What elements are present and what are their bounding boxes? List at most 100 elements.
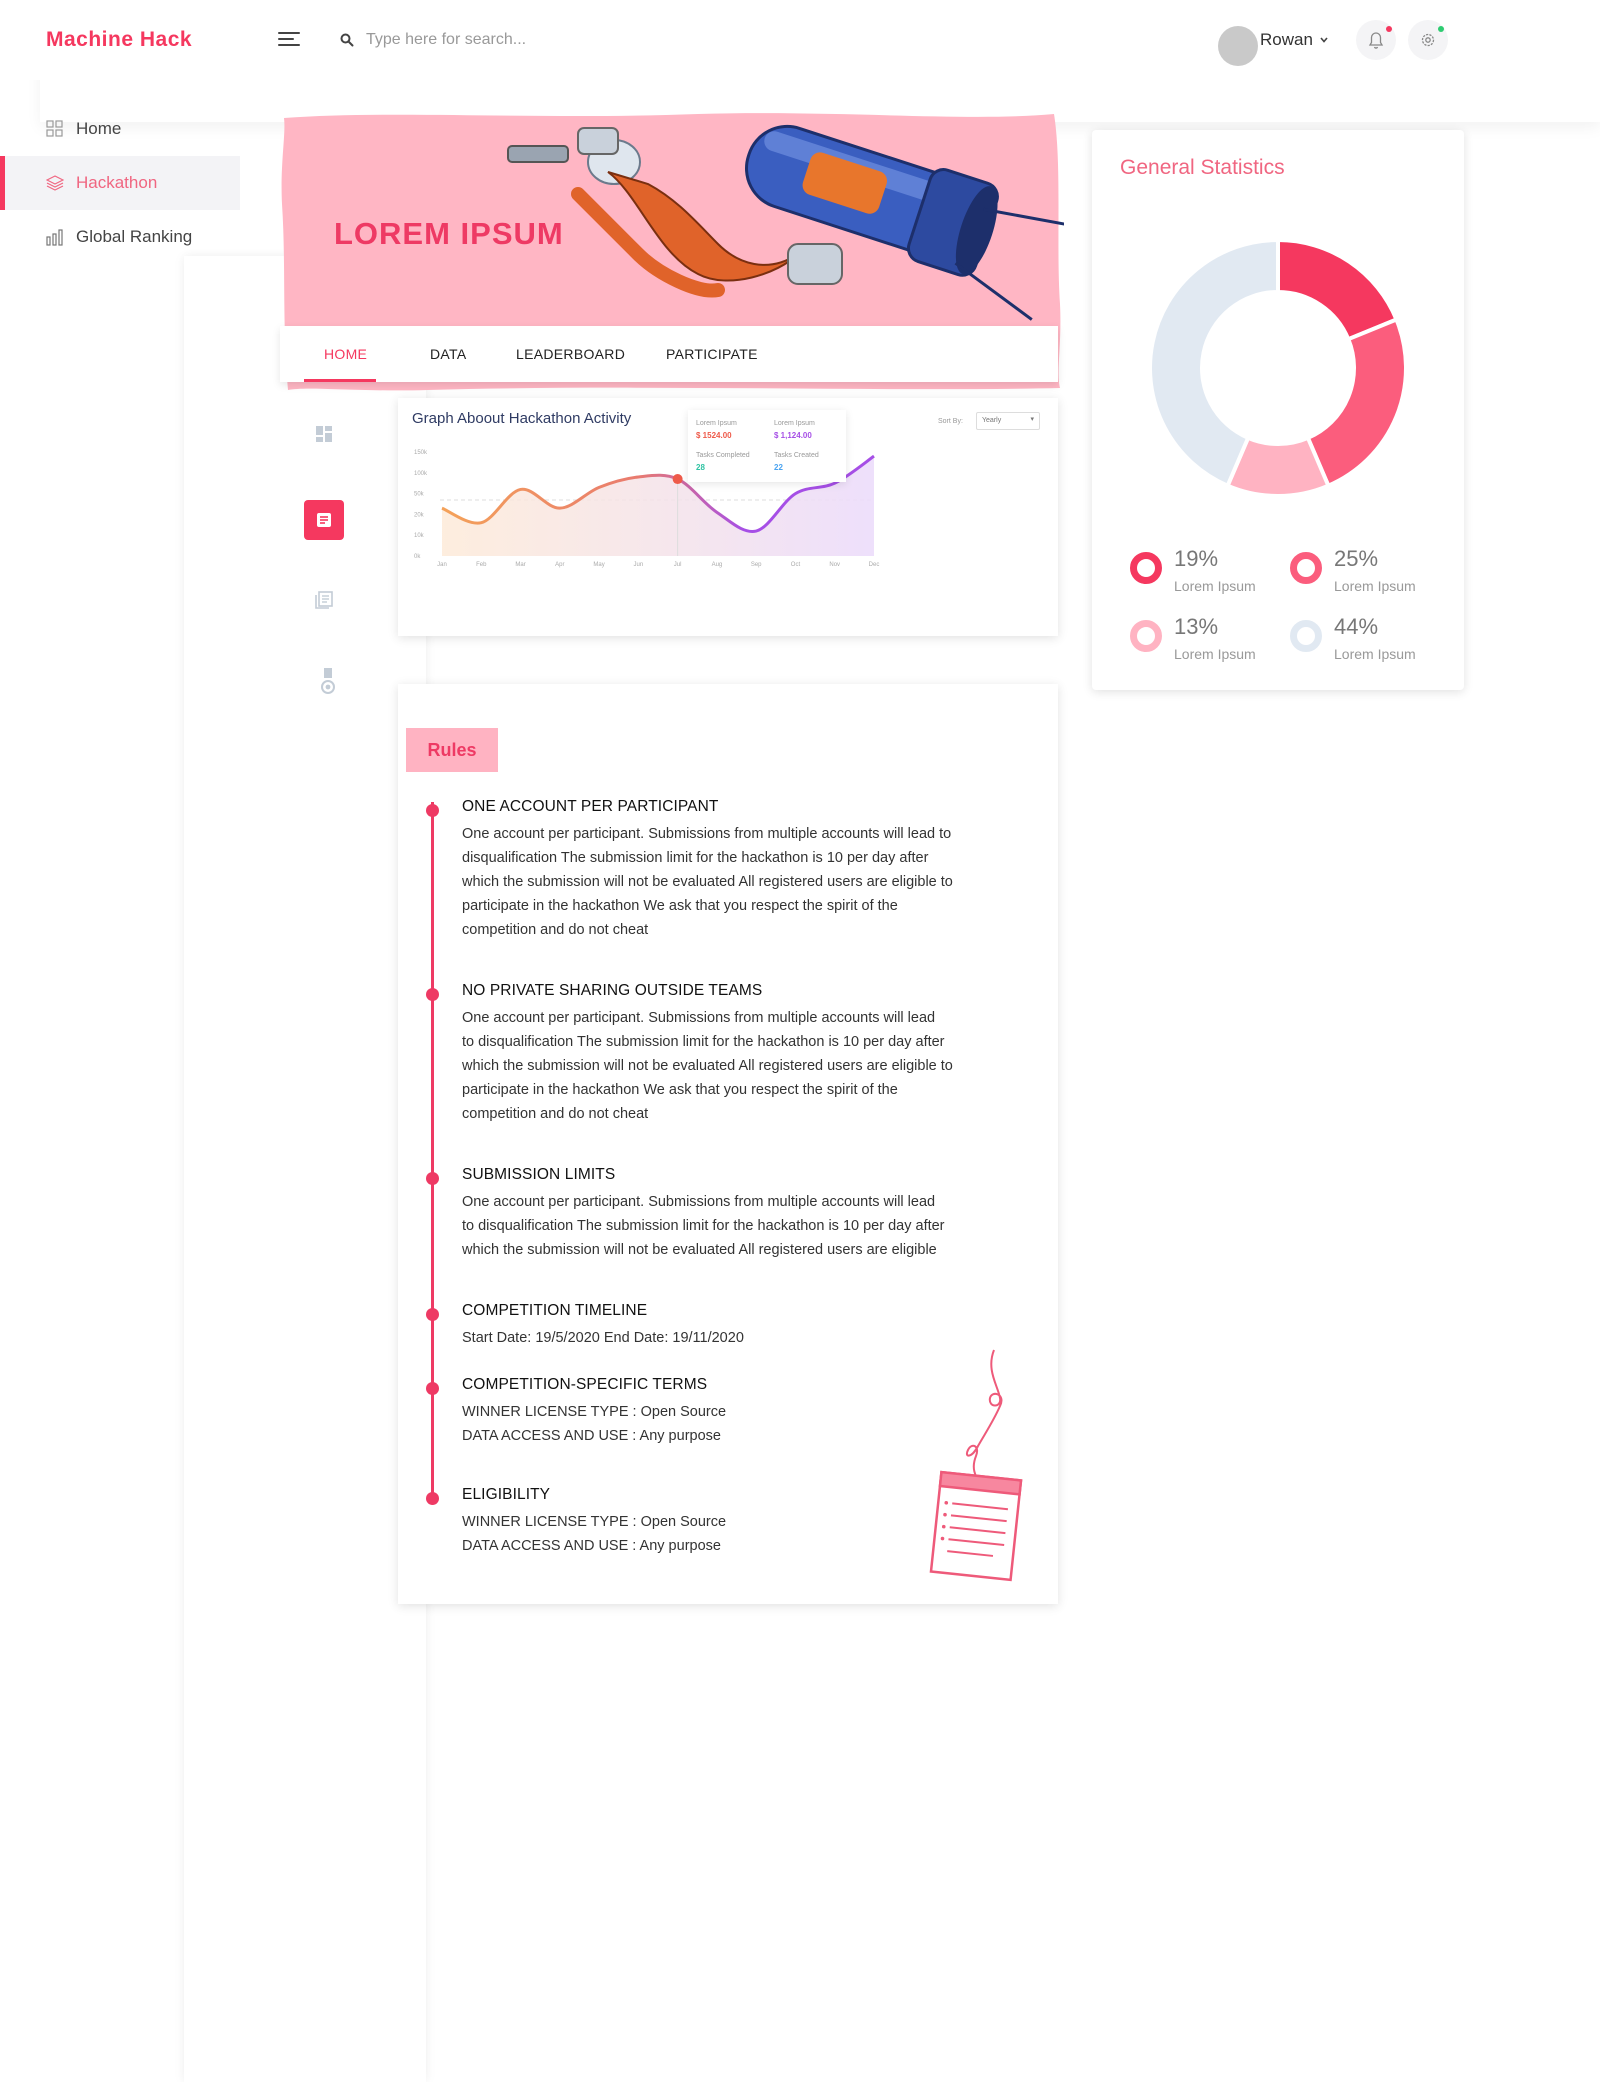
chart-title: Graph Aboout Hackathon Activity: [412, 410, 632, 427]
tab-data[interactable]: DATA: [430, 346, 466, 362]
x-tick-label: Dec: [869, 562, 880, 568]
x-tick-label: Jun: [634, 562, 644, 568]
banner-title: LOREM IPSUM: [334, 216, 564, 251]
tab-home[interactable]: HOME: [324, 346, 367, 362]
legend-ring: [1290, 552, 1322, 584]
tooltip-value: $ 1524.00: [696, 431, 732, 440]
sidebar-item-hackathon[interactable]: Hackathon: [0, 156, 240, 210]
rule-line: which the submission will not be evaluat…: [462, 1242, 937, 1258]
document-icon: [317, 513, 331, 527]
legend-item: 44% Lorem Ipsum: [1290, 614, 1460, 670]
rule-line: to disqualification The submission limit…: [462, 1218, 945, 1234]
strip-document-button[interactable]: [304, 500, 344, 540]
bar-chart-icon: [46, 229, 63, 246]
tab-leaderboard[interactable]: LEADERBOARD: [516, 346, 625, 362]
sidebar-item-global-ranking[interactable]: Global Ranking: [0, 210, 240, 264]
notification-dot: [1386, 26, 1392, 32]
rules-badge: Rules: [406, 728, 498, 772]
legend-label: Lorem Ipsum: [1174, 578, 1256, 594]
rule-line: which the submission will not be evaluat…: [462, 1058, 953, 1074]
y-tick-label: 150k: [414, 450, 428, 456]
activity-chart-card: 0k 10k 20k 50k 100k 150k Jan Feb Mar Apr May Jun Ju…: [398, 398, 1058, 636]
search-icon: [340, 33, 354, 47]
strip-library-button[interactable]: [304, 580, 344, 620]
sidebar-item-label: Hackathon: [76, 173, 158, 192]
rule-title: COMPETITION-SPECIFIC TERMS: [462, 1376, 708, 1393]
tooltip-value: 28: [696, 463, 705, 472]
rule-line: to disqualification The submission limit…: [462, 1034, 945, 1050]
rule-title: SUBMISSION LIMITS: [462, 1166, 616, 1183]
settings-button[interactable]: [1408, 20, 1448, 60]
tooltip-label: Lorem Ipsum: [696, 420, 737, 427]
strip-dashboard-button[interactable]: [304, 414, 344, 454]
sort-by-select[interactable]: Yearly ▾: [976, 412, 1040, 430]
sidebar-item-label: Global Ranking: [76, 227, 193, 246]
rule-title: ONE ACCOUNT PER PARTICIPANT: [462, 798, 719, 815]
timeline-dot: [426, 1492, 439, 1505]
rule-line: participate in the hackathon We ask that…: [462, 1082, 898, 1098]
timeline-dot: [426, 1382, 439, 1395]
rule-title: COMPETITION TIMELINE: [462, 1302, 648, 1319]
chevron-down-icon: ▾: [1030, 416, 1034, 423]
legend-item: 19% Lorem Ipsum: [1130, 546, 1300, 602]
tooltip-value: 22: [774, 463, 783, 472]
tab-participate[interactable]: PARTICIPATE: [666, 346, 758, 362]
legend-percent: 44%: [1334, 614, 1379, 639]
y-tick-label: 20k: [414, 512, 425, 518]
sort-by-label: Sort By:: [938, 418, 963, 425]
notifications-button[interactable]: [1356, 20, 1396, 60]
x-tick-label: Jul: [674, 562, 682, 568]
dashboard-icon: [316, 426, 332, 442]
avatar[interactable]: [1218, 26, 1258, 66]
rule-description: One account per participant. Submissions…: [462, 1190, 1002, 1262]
x-tick-label: Aug: [712, 562, 723, 568]
user-name[interactable]: Rowan: [1260, 30, 1313, 50]
legend-item: 13% Lorem Ipsum: [1130, 614, 1300, 670]
rule-description: One account per participant. Submissions…: [462, 822, 1002, 942]
logo[interactable]: Machine Hack: [46, 28, 192, 52]
rules-card: Rules ONE ACCOUNT PER PARTICIPANT One ac…: [398, 684, 1058, 1604]
legend-label: Lorem Ipsum: [1334, 646, 1416, 662]
tab-bar: HOME DATA LEADERBOARD PARTICIPATE: [280, 326, 1058, 382]
y-tick-label: 10k: [414, 533, 425, 539]
rule-line: disqualification The submission limit fo…: [462, 850, 929, 866]
strip-medal-button[interactable]: [308, 662, 348, 702]
x-tick-label: Sep: [751, 562, 762, 568]
rule-line: which the submission will not be evaluat…: [462, 874, 953, 890]
sidebar-item-home[interactable]: Home: [0, 102, 240, 156]
menu-icon[interactable]: [278, 30, 302, 48]
legend-label: Lorem Ipsum: [1174, 646, 1256, 662]
rule-title: NO PRIVATE SHARING OUTSIDE TEAMS: [462, 982, 763, 999]
highlight-point: [672, 474, 683, 485]
search-input[interactable]: [366, 26, 666, 54]
status-dot: [1438, 26, 1444, 32]
x-tick-label: Jan: [437, 562, 447, 568]
sort-by-value: Yearly: [982, 417, 1002, 424]
x-tick-label: Mar: [515, 562, 525, 568]
x-axis: Jan Feb Mar Apr May Jun Jul Aug Sep Oct Nov Dec: [437, 562, 879, 568]
chevron-down-icon[interactable]: [1318, 34, 1330, 46]
legend-percent: 25%: [1334, 546, 1379, 571]
y-axis: 0k 10k 20k 50k 100k 150k: [414, 450, 428, 560]
legend-ring: [1290, 620, 1322, 652]
grid-icon: [46, 120, 63, 137]
y-tick-label: 0k: [414, 554, 421, 560]
donut-chart: [1148, 237, 1408, 498]
donut-hole: [1222, 312, 1334, 424]
medal-icon: [321, 668, 335, 694]
x-tick-label: Apr: [555, 562, 564, 568]
legend-percent: 19%: [1174, 546, 1219, 571]
sidebar-item-label: Home: [76, 119, 122, 138]
tooltip-label: Tasks Completed: [696, 452, 750, 459]
rule-line: competition and do not cheat: [462, 1106, 649, 1122]
timeline-dot: [426, 1172, 439, 1185]
general-statistics-card: General Statistics 19% Lorem Ipsum 25% L…: [1092, 130, 1464, 690]
tooltip-label: Tasks Created: [774, 452, 819, 459]
notepad-illustration: [929, 1349, 1023, 1582]
y-tick-label: 100k: [414, 471, 428, 477]
rule-line: One account per participant. Submissions…: [462, 1194, 936, 1210]
rule-line: One account per participant. Submissions…: [462, 1010, 936, 1026]
rule-line: participate in the hackathon We ask that…: [462, 898, 898, 914]
rule-title: ELIGIBILITY: [462, 1486, 551, 1503]
layers-icon: [46, 175, 64, 191]
